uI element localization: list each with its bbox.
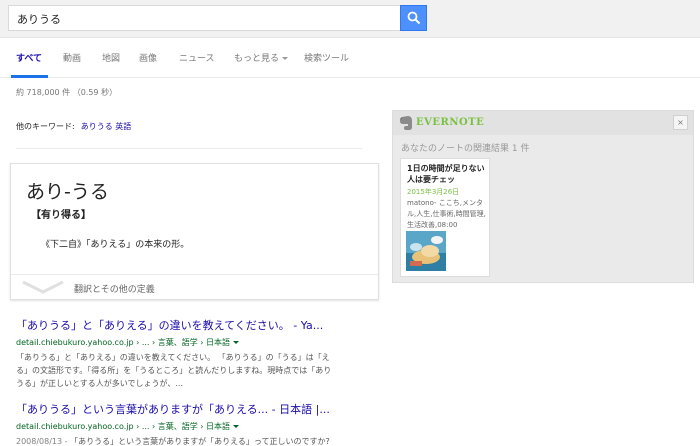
note-thumbnail xyxy=(406,231,446,271)
related-keyword-link[interactable]: ありうる 英語 xyxy=(81,122,132,131)
dictionary-reading: 【有り得る】 xyxy=(31,210,91,221)
result-url-text: detail.chiebukuro.yahoo.co.jp › ... › 言葉… xyxy=(16,338,231,347)
dictionary-more-button[interactable]: 翻訳とその他の定義 xyxy=(11,274,378,300)
tab-news[interactable]: ニュース xyxy=(179,51,215,64)
evernote-panel: EVERNOTE × あなたのノートの関連結果 1 件 1日の時間が足りない人は… xyxy=(392,110,694,283)
tab-search-tools[interactable]: 検索ツール xyxy=(304,51,349,64)
divider xyxy=(16,148,362,149)
dropdown-caret-icon xyxy=(282,57,289,60)
tab-more[interactable]: もっと見る xyxy=(234,51,289,64)
result-title-link[interactable]: 「ありうる」という言葉がありますが「ありえる... - 日本語 |... xyxy=(16,401,366,417)
result-title-link[interactable]: 「ありうる」と「ありえる」の違いを教えてください。 - Ya... xyxy=(16,317,366,333)
search-header: ありうる xyxy=(0,0,700,38)
search-result: 「ありうる」と「ありえる」の違いを教えてください。 - Ya... detail… xyxy=(16,317,366,390)
evernote-header: EVERNOTE × xyxy=(393,111,693,135)
result-snippet-text: 「ありうる」という言葉がありますが「ありえる」って正しいのですか? xyxy=(70,437,330,446)
tab-maps[interactable]: 地図 xyxy=(102,51,120,64)
search-input[interactable]: ありうる xyxy=(8,5,400,31)
search-tabs: すべて 動画 地図 画像 ニュース もっと見る 検索ツール xyxy=(0,38,700,78)
dictionary-card: あり-うる 【有り得る】 《下二自》「ありえる」の本来の形。 翻訳とその他の定義 xyxy=(10,163,379,300)
note-date: 2015年3月26日 xyxy=(407,188,460,196)
note-snippet: matono- ここち,メンタル,人生,仕事術,時間管理,生活改善,08:00 xyxy=(407,199,486,229)
result-stats: 約 718,000 件 （0.59 秒） xyxy=(16,88,118,97)
result-date: 2008/08/13 - xyxy=(16,437,71,446)
related-keywords: 他のキーワード: ありうる 英語 xyxy=(16,121,131,132)
dictionary-more-label: 翻訳とその他の定義 xyxy=(74,285,155,295)
result-snippet-line: うる」が正しいとする人が多いでしょうが、... xyxy=(16,379,183,388)
result-snippet: 2008/08/13 - 「ありうる」という言葉がありますが「ありえる」って正し… xyxy=(16,435,366,446)
url-dropdown-icon[interactable] xyxy=(233,425,240,428)
close-button[interactable]: × xyxy=(673,115,688,130)
tab-more-label: もっと見る xyxy=(234,54,280,64)
tab-images[interactable]: 画像 xyxy=(139,51,157,64)
result-url: detail.chiebukuro.yahoo.co.jp › ... › 言葉… xyxy=(16,421,366,432)
search-button[interactable] xyxy=(400,5,427,31)
note-title: 1日の時間が足りない人は要チェッ xyxy=(407,164,485,184)
tab-all[interactable]: すべて xyxy=(16,51,42,64)
dictionary-definition: 《下二自》「ありえる」の本来の形。 xyxy=(41,240,190,250)
search-result: 「ありうる」という言葉がありますが「ありえる... - 日本語 |... det… xyxy=(16,401,366,446)
result-url-text: detail.chiebukuro.yahoo.co.jp › ... › 言葉… xyxy=(16,422,231,431)
url-dropdown-icon[interactable] xyxy=(233,341,240,344)
result-snippet-line: る」の文語形です。「得る所」を「うるところ」と読んだりしますね。現時点では「あり xyxy=(16,366,332,375)
search-icon xyxy=(407,11,420,25)
result-url: detail.chiebukuro.yahoo.co.jp › ... › 言葉… xyxy=(16,337,366,348)
chevron-down-icon xyxy=(22,280,64,294)
tab-videos[interactable]: 動画 xyxy=(63,51,81,64)
active-tab-indicator xyxy=(11,75,48,78)
evernote-brand: EVERNOTE xyxy=(416,117,485,128)
related-keywords-label: 他のキーワード: xyxy=(16,122,75,131)
evernote-note-card[interactable]: 1日の時間が足りない人は要チェッ 2015年3月26日 matono- ここち,… xyxy=(400,158,490,277)
result-snippet: 「ありうる」と「ありえる」の違いを教えてください。 「ありうる」の「うる」は「え… xyxy=(16,351,366,390)
evernote-result-count: あなたのノートの関連結果 1 件 xyxy=(401,144,530,154)
dictionary-word: あり-うる xyxy=(26,181,109,203)
result-snippet-line: 2008/08/13 - 「ありうる」という言葉がありますが「ありえる」って正し… xyxy=(16,435,366,446)
result-snippet-line: 「ありうる」と「ありえる」の違いを教えてください。 「ありうる」の「うる」は「え xyxy=(16,353,330,362)
elephant-icon xyxy=(400,116,412,130)
